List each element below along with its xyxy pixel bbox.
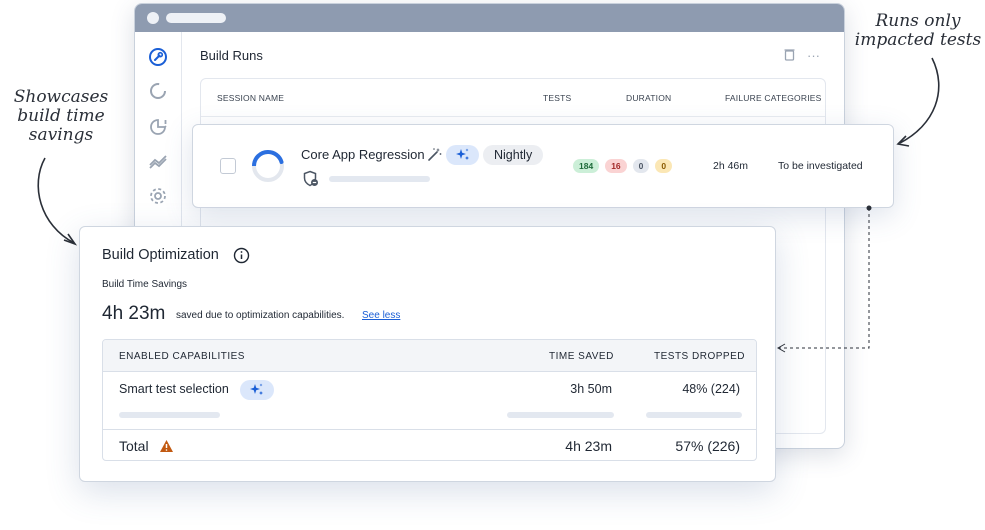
gear-icon[interactable] <box>147 185 169 207</box>
run-meta-placeholder <box>329 176 430 182</box>
runs-table-header: SESSION NAME TESTS DURATION FAILURE CATE… <box>201 79 825 117</box>
wrench-icon[interactable] <box>147 46 169 68</box>
header-time-saved: TIME SAVED <box>549 351 614 362</box>
total-tests-dropped: 57% (226) <box>675 438 740 454</box>
capabilities-table-header: ENABLED CAPABILITIES TIME SAVED TESTS DR… <box>103 340 756 372</box>
run-name[interactable]: Core App Regression <box>301 147 425 162</box>
optimization-title: Build Optimization <box>102 247 219 263</box>
flaky-count-badge: 0 <box>655 159 673 173</box>
capability-time-saved: 3h 50m <box>570 382 612 396</box>
skipped-count-badge: 0 <box>632 159 650 173</box>
sparkle-icon <box>455 148 469 160</box>
header-enabled-capabilities: ENABLED CAPABILITIES <box>119 351 245 362</box>
header-tests-dropped: TESTS DROPPED <box>654 351 745 362</box>
trend-chart-icon[interactable] <box>147 150 169 172</box>
capability-name: Smart test selection <box>119 382 229 396</box>
tests-dropped-placeholder <box>646 412 742 418</box>
saved-description: saved due to optimization capabilities. <box>176 310 345 321</box>
time-saved-placeholder <box>507 412 614 418</box>
annotation-line: savings <box>28 125 94 145</box>
run-progress-icon <box>252 149 284 182</box>
page-title: Build Runs <box>200 48 263 63</box>
info-icon[interactable] <box>233 247 250 264</box>
pie-alert-icon[interactable] <box>147 116 169 138</box>
annotation-line: build time <box>17 106 105 126</box>
capability-tests-dropped: 48% (224) <box>682 382 740 396</box>
right-arrow <box>899 57 940 144</box>
window-dot <box>147 12 159 24</box>
run-duration: 2h 46m <box>713 160 749 172</box>
header-tests: TESTS <box>543 93 572 103</box>
address-bar-placeholder <box>166 13 226 23</box>
table-row: Smart test selection 3h 50m 48% (224) <box>103 372 756 430</box>
ai-sparkle-badge <box>240 380 274 400</box>
annotation-build-time-savings: Showcases build time savings <box>6 88 116 145</box>
top-actions: ··· <box>784 48 820 64</box>
left-arrow-head <box>63 233 78 246</box>
ai-sparkle-badge <box>446 145 479 165</box>
shield-icon <box>303 170 318 187</box>
more-options-icon[interactable]: ··· <box>807 48 820 64</box>
total-time-saved-value: 4h 23m <box>565 438 612 454</box>
header-failure-categories: FAILURE CATEGORIES <box>725 93 822 103</box>
annotation-line: Showcases <box>13 87 109 107</box>
failed-count-badge: 16 <box>605 159 627 173</box>
failure-category: To be investigated <box>778 160 863 172</box>
build-run-row[interactable]: Core App Regression Nightly 184 16 0 0 2… <box>192 124 894 208</box>
header-duration: DURATION <box>626 93 672 103</box>
build-optimization-panel: Build Optimization Build Time Savings 4h… <box>79 226 776 482</box>
optimization-subtitle: Build Time Savings <box>102 279 188 290</box>
passed-count-badge: 184 <box>573 159 600 173</box>
trash-icon[interactable] <box>784 48 795 64</box>
annotation-impacted-tests: Runs only impacted tests <box>852 12 984 50</box>
left-arrow <box>37 157 75 244</box>
run-tag: Nightly <box>483 145 544 165</box>
row-checkbox[interactable] <box>220 158 236 174</box>
capability-placeholder <box>119 412 220 418</box>
warning-icon <box>160 440 173 452</box>
title-bar <box>135 4 844 32</box>
total-time-saved: 4h 23m <box>102 303 166 324</box>
total-label: Total <box>119 438 149 454</box>
see-less-link[interactable]: See less <box>362 310 400 321</box>
capabilities-table: ENABLED CAPABILITIES TIME SAVED TESTS DR… <box>102 339 757 461</box>
total-row: Total 4h 23m 57% (226) <box>103 430 756 460</box>
sparkle-icon <box>250 383 263 395</box>
annotation-line: Runs only <box>875 11 961 31</box>
progress-ring-icon[interactable] <box>147 80 169 102</box>
header-session-name: SESSION NAME <box>217 93 285 103</box>
annotation-line: impacted tests <box>854 30 982 50</box>
right-arrow-head <box>896 135 910 147</box>
test-count-badges: 184 16 0 0 <box>573 159 673 173</box>
magic-wand-icon <box>428 148 442 161</box>
